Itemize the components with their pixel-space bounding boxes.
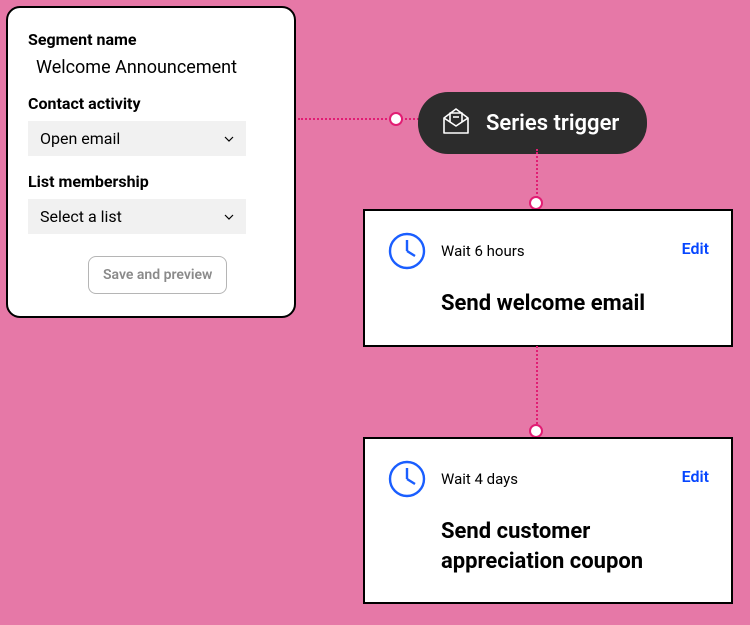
contact-activity-label: Contact activity [28,94,274,113]
connector-node-icon [529,424,543,438]
list-membership-value: Select a list [40,207,122,226]
chevron-down-icon [224,214,234,220]
edit-link[interactable]: Edit [682,239,709,258]
segment-name-value[interactable]: Welcome Announcement [28,57,274,78]
list-membership-select[interactable]: Select a list [28,199,246,234]
connector-node-icon [389,112,403,126]
step-title: Send customer appreciation coupon [441,517,709,576]
connector-line [298,118,422,120]
edit-link[interactable]: Edit [682,467,709,486]
clock-icon [387,231,427,271]
segment-form-card: Segment name Welcome Announcement Contac… [6,6,296,318]
step-title: Send welcome email [441,289,709,319]
step-header: Wait 4 days Edit [387,459,709,499]
chevron-down-icon [224,136,234,142]
connector-line [536,346,538,436]
step-card: Wait 6 hours Edit Send welcome email [363,209,733,347]
connector-node-icon [529,196,543,210]
segment-name-label: Segment name [28,30,274,49]
trigger-label: Series trigger [486,111,619,136]
contact-activity-value: Open email [40,129,120,148]
step-header: Wait 6 hours Edit [387,231,709,271]
contact-activity-select[interactable]: Open email [28,121,246,156]
wait-duration: Wait 4 days [441,470,518,488]
save-preview-button[interactable]: Save and preview [88,256,227,294]
list-membership-label: List membership [28,172,274,191]
clock-icon [387,459,427,499]
series-trigger-pill[interactable]: Series trigger [418,92,647,154]
envelope-open-icon [440,106,472,140]
wait-duration: Wait 6 hours [441,242,525,260]
step-card: Wait 4 days Edit Send customer appreciat… [363,437,733,604]
